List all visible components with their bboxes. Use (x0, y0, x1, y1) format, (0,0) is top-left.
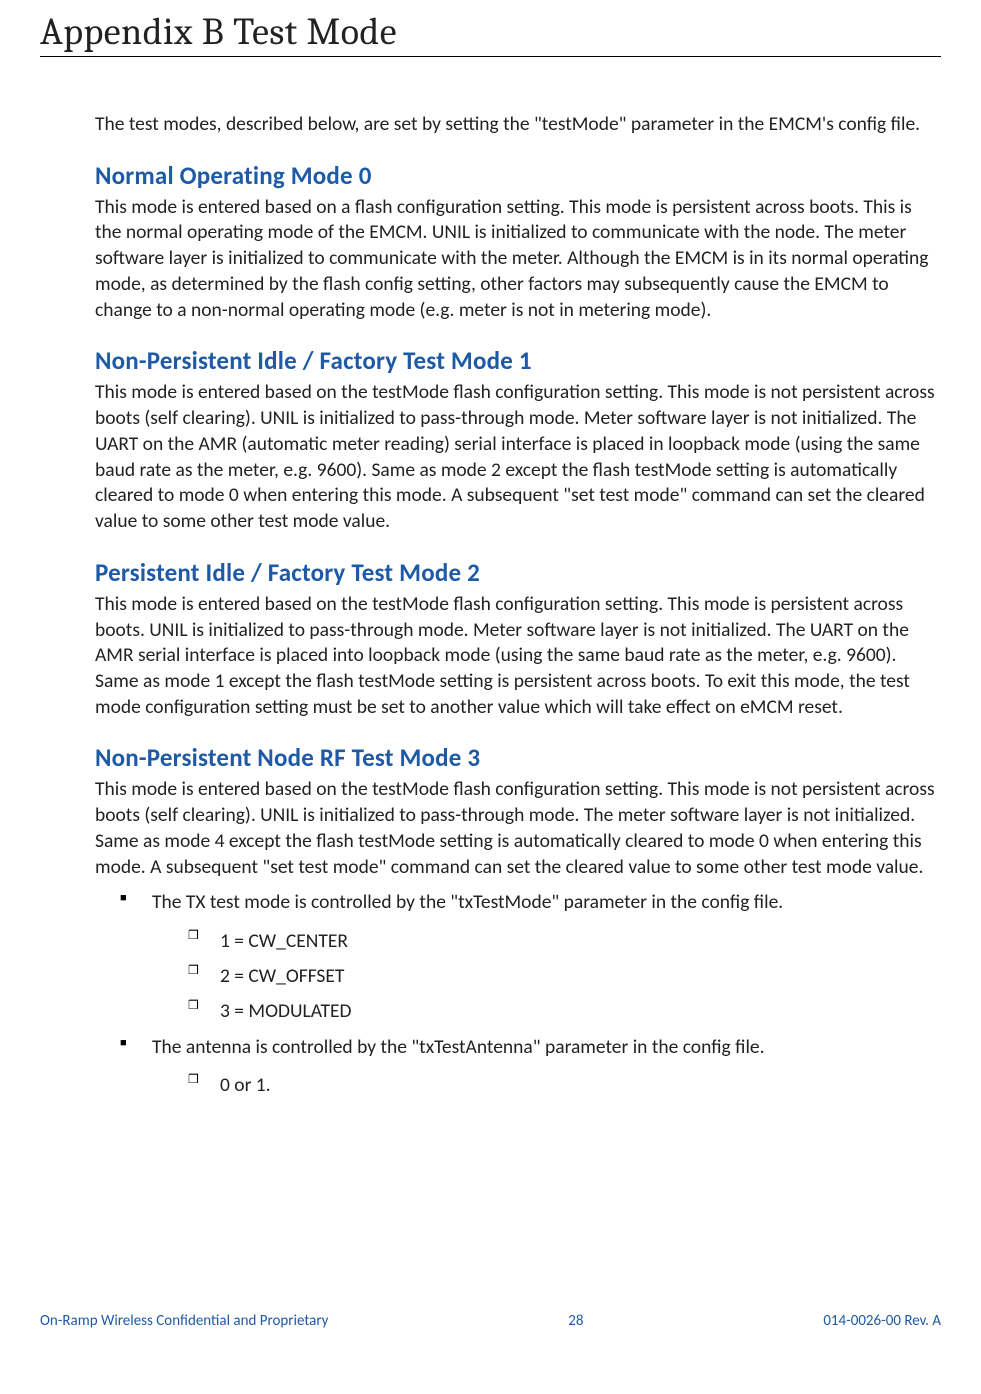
list-item: 2 = CW_OFFSET (188, 961, 941, 992)
section-body-mode0: This mode is entered based on a flash co… (95, 195, 941, 324)
appendix-prefix: Appendix B (40, 10, 224, 54)
list-item: The TX test mode is controlled by the "t… (120, 888, 941, 1027)
section-heading-mode1: Non-Persistent Idle / Factory Test Mode … (95, 345, 941, 376)
list-item: 1 = CW_CENTER (188, 926, 941, 957)
section-body-mode3: This mode is entered based on the testMo… (95, 777, 941, 880)
list-item: The antenna is controlled by the "txTest… (120, 1033, 941, 1101)
footer-page-number: 28 (568, 1312, 583, 1330)
section-heading-mode2: Persistent Idle / Factory Test Mode 2 (95, 557, 941, 588)
list-item: 0 or 1. (188, 1070, 941, 1101)
bullet-list: The TX test mode is controlled by the "t… (120, 888, 941, 1101)
section-body-mode1: This mode is entered based on the testMo… (95, 380, 941, 534)
page-footer: On-Ramp Wireless Confidential and Propri… (0, 1312, 981, 1330)
sub-list: 0 or 1. (188, 1070, 941, 1101)
footer-right: 014-0026-00 Rev. A (823, 1312, 941, 1330)
footer-left: On-Ramp Wireless Confidential and Propri… (40, 1312, 328, 1330)
appendix-main: Test Mode (233, 10, 397, 54)
sub-list: 1 = CW_CENTER 2 = CW_OFFSET 3 = MODULATE… (188, 926, 941, 1028)
intro-paragraph: The test modes, described below, are set… (95, 112, 941, 138)
section-body-mode2: This mode is entered based on the testMo… (95, 592, 941, 721)
list-item-text: The TX test mode is controlled by the "t… (152, 890, 783, 914)
section-heading-mode0: Normal Operating Mode 0 (95, 160, 941, 191)
list-item: 3 = MODULATED (188, 996, 941, 1027)
list-item-text: The antenna is controlled by the "txTest… (152, 1035, 765, 1059)
section-heading-mode3: Non-Persistent Node RF Test Mode 3 (95, 742, 941, 773)
appendix-title: Appendix B Test Mode (40, 10, 941, 57)
